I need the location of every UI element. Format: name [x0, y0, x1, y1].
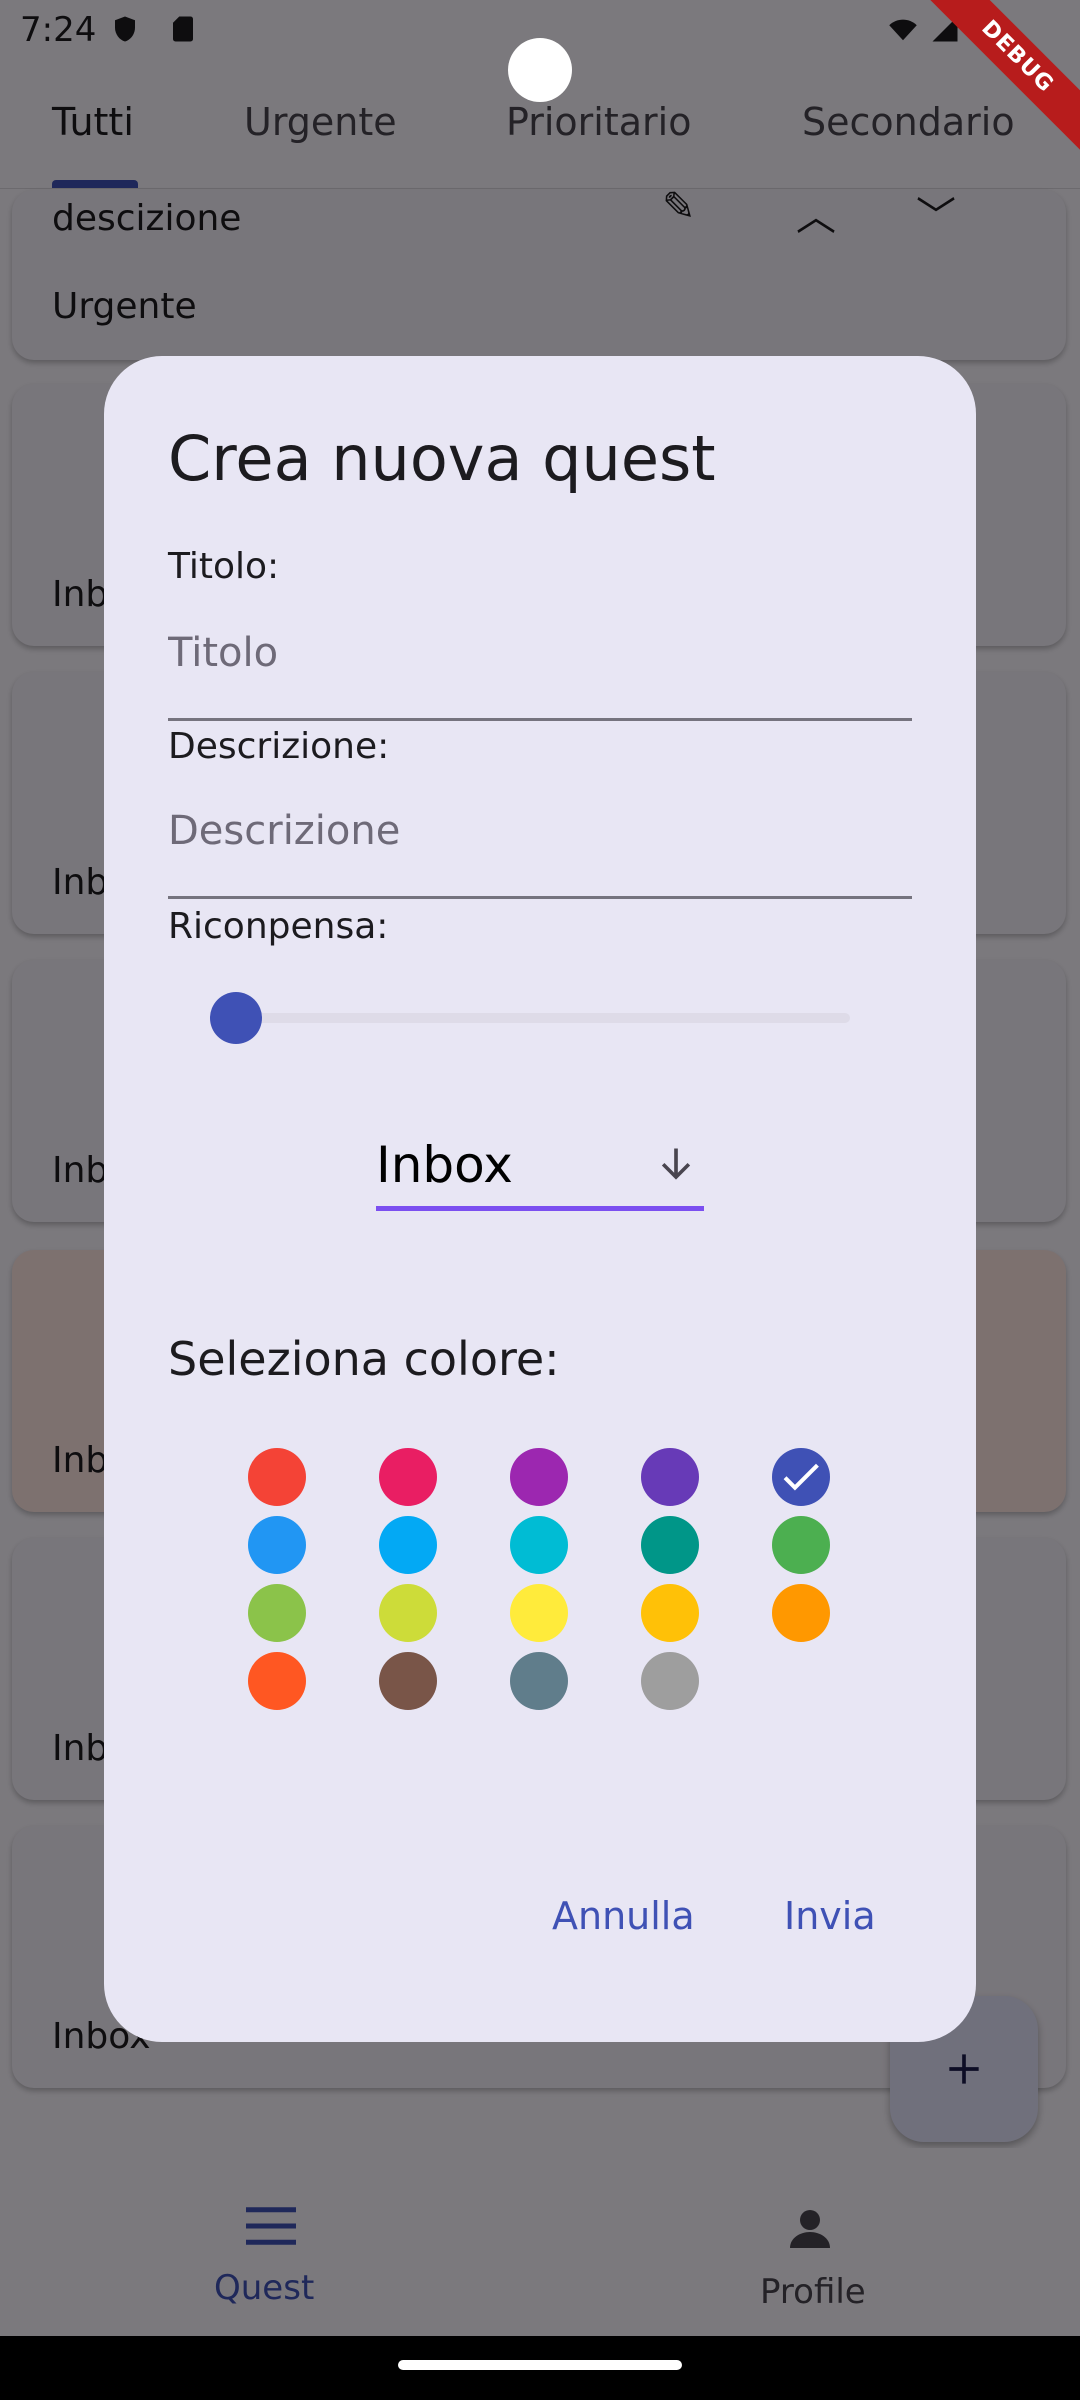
- home-indicator[interactable]: [398, 2360, 682, 2370]
- color-swatch[interactable]: [510, 1516, 568, 1574]
- color-swatch[interactable]: [641, 1516, 699, 1574]
- camera-cutout: [508, 38, 572, 102]
- color-section-title: Seleziona colore:: [168, 1332, 560, 1386]
- category-dropdown-underline: [376, 1206, 704, 1211]
- title-input-underline: [168, 718, 912, 721]
- color-swatch[interactable]: [248, 1652, 306, 1710]
- color-swatch[interactable]: [772, 1516, 830, 1574]
- cancel-button[interactable]: Annulla: [552, 1894, 695, 1938]
- color-swatch[interactable]: [510, 1652, 568, 1710]
- reward-slider-thumb[interactable]: [210, 992, 262, 1044]
- color-swatch[interactable]: [510, 1448, 568, 1506]
- reward-slider[interactable]: [232, 1013, 850, 1023]
- dialog-title: Crea nuova quest: [168, 422, 716, 495]
- color-swatch[interactable]: [248, 1516, 306, 1574]
- description-input[interactable]: [168, 796, 912, 866]
- title-label: Titolo:: [168, 546, 280, 587]
- reward-label: Riconpensa:: [168, 906, 389, 947]
- color-swatch[interactable]: [772, 1584, 830, 1642]
- color-swatch[interactable]: [379, 1448, 437, 1506]
- color-swatch[interactable]: [379, 1516, 437, 1574]
- check-icon: [783, 1463, 819, 1491]
- color-swatch[interactable]: [248, 1584, 306, 1642]
- color-swatch[interactable]: [772, 1448, 830, 1506]
- color-swatch[interactable]: [248, 1448, 306, 1506]
- category-dropdown-value: Inbox: [376, 1136, 513, 1194]
- create-quest-dialog: Crea nuova quest Titolo: Descrizione: Ri…: [104, 356, 976, 2042]
- title-input[interactable]: [168, 618, 912, 688]
- color-swatch[interactable]: [641, 1584, 699, 1642]
- color-swatch[interactable]: [379, 1584, 437, 1642]
- color-swatch[interactable]: [641, 1652, 699, 1710]
- color-swatch[interactable]: [641, 1448, 699, 1506]
- submit-button[interactable]: Invia: [784, 1894, 876, 1938]
- description-input-underline: [168, 896, 912, 899]
- color-swatch[interactable]: [510, 1584, 568, 1642]
- color-swatch[interactable]: [379, 1652, 437, 1710]
- category-dropdown[interactable]: Inbox: [376, 1136, 704, 1216]
- description-label: Descrizione:: [168, 726, 390, 767]
- arrow-down-icon: [661, 1148, 691, 1180]
